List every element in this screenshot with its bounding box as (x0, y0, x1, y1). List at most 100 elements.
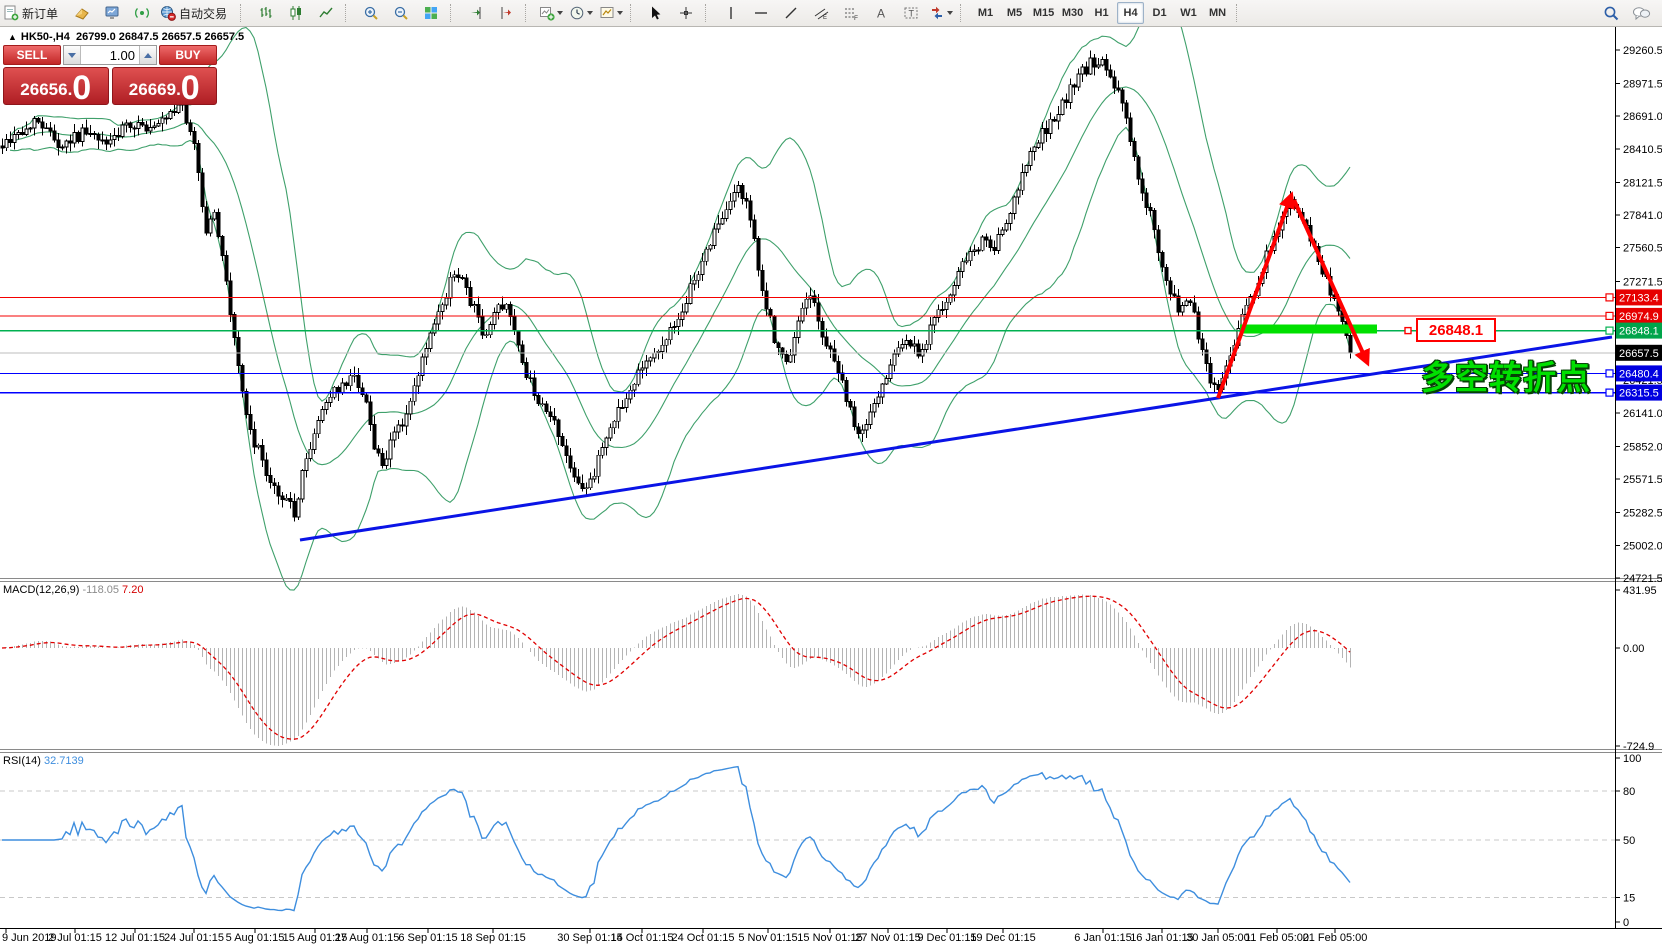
bar-chart-type-button[interactable] (251, 2, 281, 24)
sell-price-box[interactable]: 26656.0 (3, 67, 109, 105)
indicators-icon (539, 5, 555, 21)
svg-text:25852.0: 25852.0 (1623, 442, 1662, 454)
shapes-tool[interactable] (926, 2, 956, 24)
rsi-value: 32.7139 (44, 755, 84, 767)
svg-text:28121.5: 28121.5 (1623, 178, 1662, 190)
timeframe-m1[interactable]: M1 (972, 2, 999, 24)
depth-of-market-button[interactable] (67, 2, 97, 24)
periods-dropdown-caret[interactable] (587, 11, 593, 15)
svg-text:28410.5: 28410.5 (1623, 144, 1662, 156)
volume-decrease-button[interactable] (64, 46, 81, 64)
algo-trading-button[interactable]: 自动交易 (157, 2, 236, 24)
templates-icon (599, 5, 615, 21)
vertical-line-tool[interactable] (716, 2, 746, 24)
templates-button[interactable] (596, 2, 626, 24)
toolbar-separator (705, 4, 713, 22)
timeframe-m15[interactable]: M15 (1030, 2, 1057, 24)
svg-text:100: 100 (1623, 753, 1641, 765)
svg-text:2 Jul 01:15: 2 Jul 01:15 (48, 932, 102, 944)
signals-button[interactable] (127, 2, 157, 24)
support-trendline[interactable] (300, 337, 1612, 540)
equidistant-channel-tool[interactable]: E (806, 2, 836, 24)
svg-text:6 Jan 01:15: 6 Jan 01:15 (1074, 932, 1132, 944)
macd-value: -118.05 (82, 584, 119, 596)
toolbar-right-group (1596, 2, 1662, 24)
indicators-button[interactable] (536, 2, 566, 24)
metaeditor-icon (104, 5, 120, 21)
fibonacci-tool[interactable]: F (836, 2, 866, 24)
horizontal-line-tool[interactable] (746, 2, 776, 24)
search-button[interactable] (1596, 2, 1626, 24)
fibonacci-icon: F (843, 5, 859, 21)
tile-windows-button[interactable] (416, 2, 446, 24)
zoom-out-button[interactable] (386, 2, 416, 24)
chart-shift-button[interactable] (491, 2, 521, 24)
chart-title: ▲HK50-,H4 26799.0 26847.5 26657.5 26657.… (8, 31, 244, 43)
indicators-dropdown-caret[interactable] (557, 11, 563, 15)
timeframe-m30[interactable]: M30 (1059, 2, 1086, 24)
rsi-indicator (0, 767, 1615, 911)
svg-text:F: F (854, 15, 858, 21)
caret-up-icon (144, 53, 152, 58)
turning-point-annotation[interactable]: 多空转折点 (1421, 351, 1591, 399)
svg-text:27133.4: 27133.4 (1619, 292, 1659, 304)
trendline-tool[interactable] (776, 2, 806, 24)
toolbar-separator (1236, 4, 1244, 22)
sell-button[interactable]: SELL (3, 45, 61, 65)
metaeditor-button[interactable] (97, 2, 127, 24)
svg-text:24 Jul 01:15: 24 Jul 01:15 (164, 932, 224, 944)
svg-text:-724.9: -724.9 (1623, 741, 1654, 753)
new-order-button[interactable]: 新订单 (0, 2, 67, 24)
zoom-out-icon (393, 5, 409, 21)
svg-text:26141.0: 26141.0 (1623, 408, 1662, 420)
svg-text:80: 80 (1623, 786, 1635, 798)
svg-text:28971.5: 28971.5 (1623, 79, 1662, 91)
periods-button[interactable] (566, 2, 596, 24)
candle-chart-type-button[interactable] (281, 2, 311, 24)
cursor-tool-button[interactable] (641, 2, 671, 24)
timeframe-h1[interactable]: H1 (1088, 2, 1115, 24)
signals-icon (134, 5, 150, 21)
templates-dropdown-caret[interactable] (617, 11, 623, 15)
symbol-triangle-icon: ▲ (8, 32, 17, 42)
svg-text:27560.5: 27560.5 (1623, 243, 1662, 255)
svg-text:5 Nov 01:15: 5 Nov 01:15 (738, 932, 797, 944)
buy-button[interactable]: BUY (159, 45, 217, 65)
crosshair-icon (678, 5, 694, 21)
chart-canvas[interactable]: 29260.528971.528691.028410.528121.527841… (0, 0, 1662, 947)
depth-of-market-icon (74, 5, 90, 21)
clock-icon (569, 5, 585, 21)
toolbar-separator (345, 4, 353, 22)
shapes-dropdown-caret[interactable] (947, 11, 953, 15)
timeframe-d1[interactable]: D1 (1146, 2, 1173, 24)
crosshair-tool-button[interactable] (671, 2, 701, 24)
macd-indicator (2, 594, 1351, 746)
timeframe-mn[interactable]: MN (1204, 2, 1231, 24)
svg-text:26657.5: 26657.5 (1619, 348, 1659, 360)
volume-increase-button[interactable] (139, 46, 156, 64)
trendline-icon (783, 5, 799, 21)
timeframe-w1[interactable]: W1 (1175, 2, 1202, 24)
zoom-in-button[interactable] (356, 2, 386, 24)
zoom-in-icon (363, 5, 379, 21)
chat-button[interactable] (1626, 2, 1656, 24)
one-click-trade-panel: SELL 1.00 BUY 26656.0 26669.0 (3, 45, 217, 105)
toolbar-separator (240, 4, 248, 22)
volume-input[interactable]: 1.00 (81, 46, 139, 64)
svg-text:15 Nov 01:15: 15 Nov 01:15 (797, 932, 862, 944)
algo-trading-icon (160, 5, 176, 21)
candle-chart-type-icon (288, 5, 304, 21)
timeframe-m5[interactable]: M5 (1001, 2, 1028, 24)
chat-icon (1632, 5, 1651, 21)
svg-text:29260.5: 29260.5 (1623, 45, 1662, 57)
timeframe-h4[interactable]: H4 (1117, 2, 1144, 24)
line-chart-type-button[interactable] (311, 2, 341, 24)
buy-price-box[interactable]: 26669.0 (112, 67, 218, 105)
text-tool[interactable]: A (866, 2, 896, 24)
svg-text:21 Feb 05:00: 21 Feb 05:00 (1303, 932, 1368, 944)
text-label-tool[interactable]: T (896, 2, 926, 24)
price-callout-label[interactable]: 26848.1 (1416, 318, 1496, 342)
svg-text:0: 0 (1623, 917, 1629, 929)
svg-text:16 Jan 01:15: 16 Jan 01:15 (1130, 932, 1194, 944)
auto-scroll-button[interactable] (461, 2, 491, 24)
